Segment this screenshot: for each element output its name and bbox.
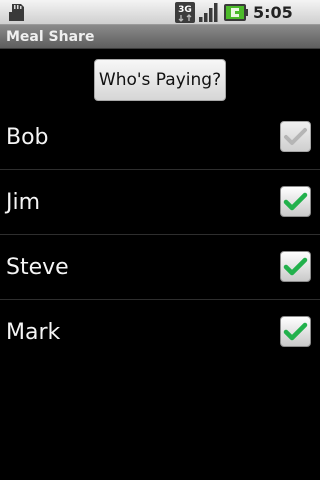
app-title: Meal Share: [6, 29, 95, 45]
status-bar: 3G 5:05 AM: [0, 0, 320, 42]
person-name: Bob: [6, 125, 49, 150]
steve-checkbox[interactable]: [280, 251, 311, 282]
list-item-steve[interactable]: Steve: [0, 235, 320, 300]
check-icon: [283, 322, 308, 341]
mark-checkbox[interactable]: [280, 316, 311, 347]
people-list: Bob Jim Steve Mark: [0, 105, 320, 365]
jim-checkbox[interactable]: [280, 186, 311, 217]
list-item-mark[interactable]: Mark: [0, 300, 320, 365]
check-icon: [283, 257, 308, 276]
screen: 3G 5:05 AM Meal Share Who's Paying? Bob: [0, 0, 320, 480]
check-icon: [283, 192, 308, 211]
person-name: Jim: [6, 190, 41, 215]
check-icon: [284, 128, 307, 145]
list-item-bob[interactable]: Bob: [0, 105, 320, 170]
network-type-label: 3G: [178, 5, 192, 15]
status-time: 5:05 AM: [253, 3, 293, 42]
title-bar: Meal Share: [0, 25, 320, 49]
signal-icon: [199, 3, 218, 22]
person-name: Mark: [6, 320, 61, 345]
battery-charging-icon: [224, 4, 248, 21]
person-name: Steve: [6, 255, 69, 280]
3g-icon: 3G: [175, 2, 195, 23]
whos-paying-button[interactable]: Who's Paying?: [94, 59, 226, 101]
bob-checkbox[interactable]: [280, 121, 311, 152]
sd-card-icon: [9, 4, 24, 21]
list-item-jim[interactable]: Jim: [0, 170, 320, 235]
